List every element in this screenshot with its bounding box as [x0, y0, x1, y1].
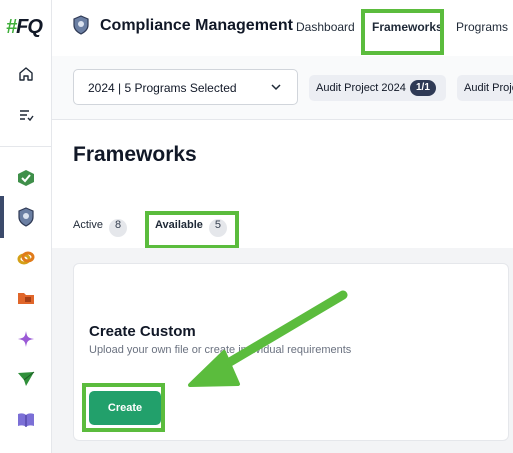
card-description: Upload your own file or create individua… — [89, 344, 352, 356]
link-icon[interactable] — [14, 246, 38, 270]
highlight-box-frameworks-tab — [361, 9, 444, 55]
tab-dashboard[interactable]: Dashboard — [296, 20, 355, 34]
chip-label-2: Audit Proje — [464, 82, 513, 94]
sidebar: #FQ — [0, 0, 52, 453]
framework-tabs: Active 8 Available 5 — [52, 206, 513, 248]
audit-project-chip[interactable]: Audit Project 2024 1/1 — [309, 75, 446, 101]
program-select-value: 2024 | 5 Programs Selected — [88, 81, 237, 95]
page-title: Frameworks — [73, 143, 197, 166]
tab-active-label: Active — [73, 219, 103, 231]
audit-project-chip-2[interactable]: Audit Proje — [457, 75, 513, 101]
chip-label: Audit Project 2024 — [316, 82, 406, 94]
highlight-box-create-button — [82, 383, 165, 432]
tab-programs[interactable]: Programs — [456, 20, 508, 34]
shield-icon[interactable] — [14, 205, 38, 229]
highlight-box-available-tab — [145, 211, 239, 249]
send-icon[interactable] — [14, 367, 38, 391]
app-logo[interactable]: #FQ — [6, 16, 43, 39]
filter-bar: 2024 | 5 Programs Selected Audit Project… — [52, 56, 513, 120]
card-title: Create Custom — [89, 323, 196, 340]
app-title: Compliance Management — [100, 17, 293, 34]
sparkle-icon[interactable] — [14, 327, 38, 351]
task-list-icon[interactable] — [14, 103, 38, 127]
program-select[interactable]: 2024 | 5 Programs Selected — [73, 69, 298, 105]
sidebar-divider — [0, 146, 52, 147]
app-window: #FQ Compliance Management Dashboard Fram… — [0, 0, 513, 453]
compliance-shield-icon — [73, 15, 89, 35]
book-icon[interactable] — [14, 408, 38, 432]
sidebar-active-indicator — [0, 196, 4, 238]
tab-active-count: 8 — [108, 219, 128, 237]
folder-icon[interactable] — [14, 286, 38, 310]
home-icon[interactable] — [14, 62, 38, 86]
chip-count-badge: 1/1 — [410, 80, 436, 96]
tab-active[interactable]: Active 8 — [73, 219, 128, 237]
chevron-down-icon — [271, 84, 281, 91]
check-cube-icon[interactable] — [14, 166, 38, 190]
